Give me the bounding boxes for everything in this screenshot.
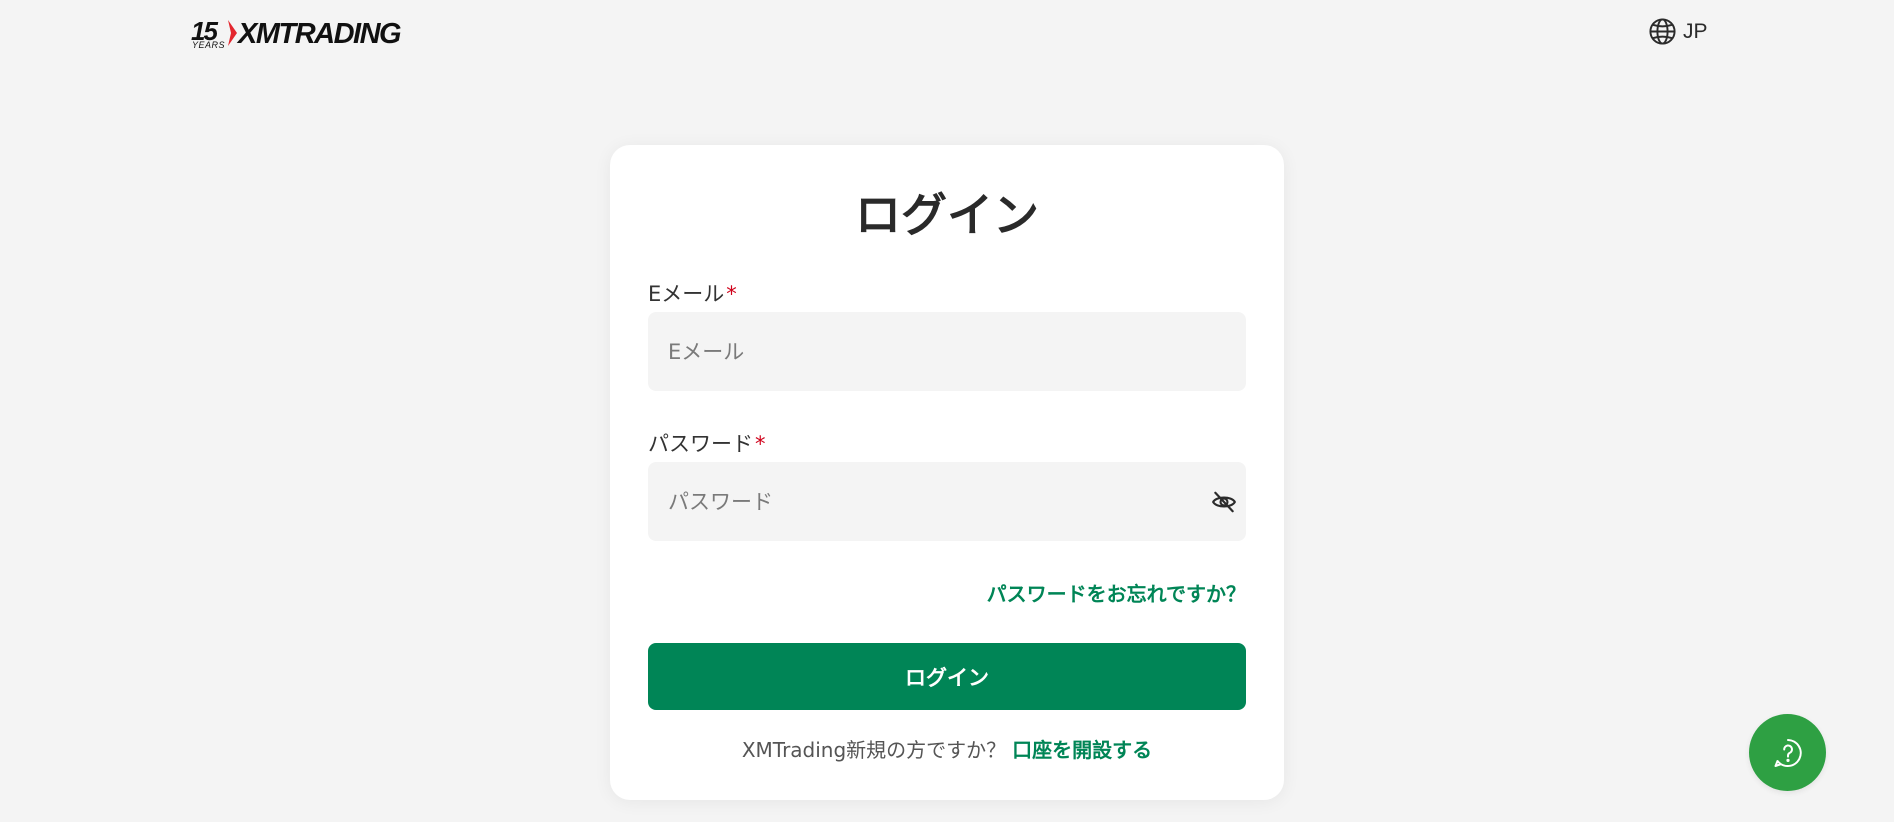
logo-15-years: 15 YEARS (191, 18, 227, 50)
language-selector[interactable]: JP (1648, 17, 1708, 46)
toggle-password-visibility-button[interactable] (1210, 488, 1238, 516)
page-title: ログイン (855, 188, 1039, 242)
signup-prompt: XMTrading新規の方ですか？ (741, 738, 1007, 762)
logo-years-label: YEARS (192, 40, 226, 50)
login-page: 15 YEARS XMTRADING JP ログイン Eメール* パスワード* (0, 0, 1894, 822)
language-label: JP (1683, 19, 1708, 43)
password-label-text: パスワード (648, 432, 753, 456)
email-required-mark: * (726, 282, 737, 306)
password-required-mark: * (755, 432, 766, 456)
help-chat-button[interactable] (1749, 714, 1826, 791)
password-label: パスワード* (648, 428, 766, 458)
password-field[interactable] (648, 462, 1246, 541)
xmtrading-logo[interactable]: 15 YEARS XMTRADING (191, 14, 402, 50)
email-field[interactable] (648, 312, 1246, 391)
email-field-container (648, 312, 1246, 391)
forgot-password-link[interactable]: パスワードをお忘れですか？ (987, 578, 1246, 607)
help-chat-icon (1774, 738, 1802, 767)
globe-icon (1649, 18, 1676, 45)
password-field-container (648, 462, 1246, 541)
open-account-link[interactable]: 口座を開設する (1012, 738, 1152, 762)
eye-off-icon (1212, 491, 1236, 513)
logo-brand-text: XMTRADING (238, 18, 402, 50)
login-card: ログイン Eメール* パスワード* パスワードをお忘れですか？ ログイン XMT… (610, 145, 1284, 800)
logo-red-chevron-icon (228, 20, 237, 46)
login-button[interactable]: ログイン (648, 643, 1246, 710)
email-label-text: Eメール (648, 282, 725, 306)
email-label: Eメール* (648, 278, 737, 308)
signup-row: XMTrading新規の方ですか？ 口座を開設する (610, 734, 1284, 763)
